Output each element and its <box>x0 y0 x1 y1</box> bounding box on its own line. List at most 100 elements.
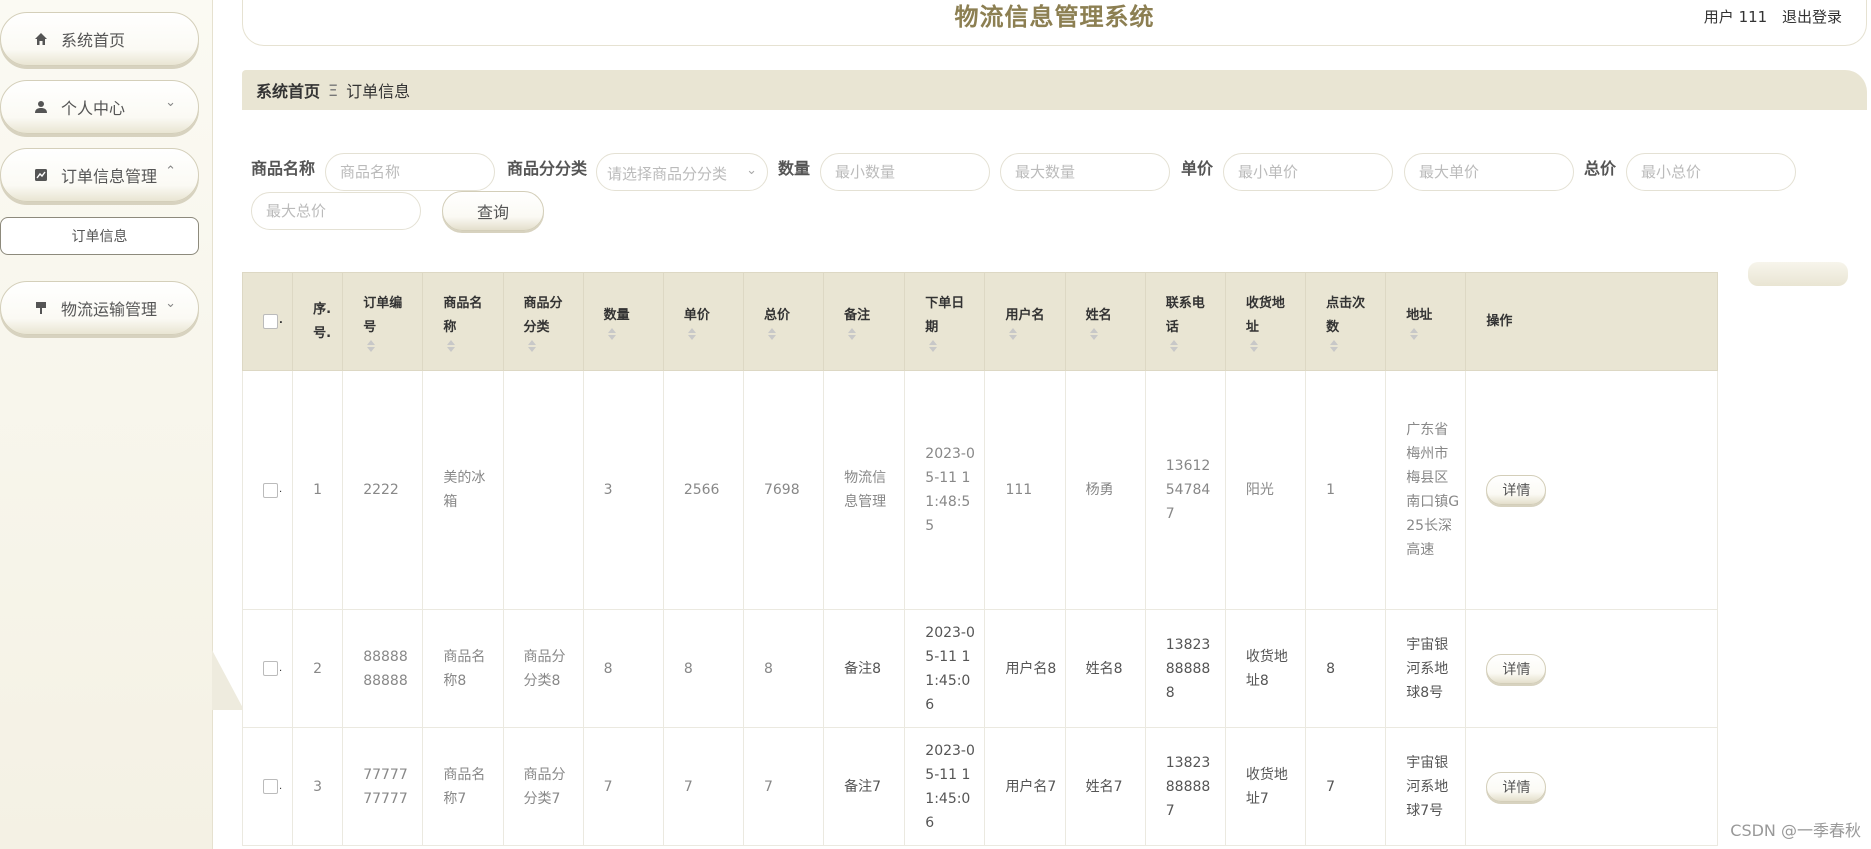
unit-price-min-input[interactable] <box>1223 153 1393 191</box>
logout-link[interactable]: 退出登录 <box>1782 8 1842 26</box>
sidebar-subitem-order-info[interactable]: 订单信息 <box>0 217 199 255</box>
sidebar-item-logistics[interactable]: 物流运输管理 ⌄ <box>0 281 199 335</box>
header-label: 联系电话 <box>1165 295 1205 335</box>
chevron-down-icon: ⌄ <box>165 95 176 110</box>
query-button[interactable]: 查询 <box>442 191 544 231</box>
row-checkbox[interactable] <box>263 482 278 498</box>
col-recv-addr[interactable]: 收货地址 <box>1224 272 1307 371</box>
floating-toolbar[interactable] <box>1748 262 1848 286</box>
chevron-down-icon: ⌄ <box>746 163 757 178</box>
breadcrumb-current: 订单信息 <box>346 82 411 101</box>
cell-category: 商品分分类8 <box>502 609 584 728</box>
cell-name: 杨勇 <box>1064 370 1146 610</box>
col-order-no[interactable]: 订单编号 <box>342 272 424 371</box>
sort-icon[interactable] <box>684 327 696 340</box>
col-phone[interactable]: 联系电话 <box>1144 272 1226 371</box>
header-label: 用户名 <box>1005 307 1045 323</box>
sort-icon[interactable] <box>1166 339 1178 352</box>
col-order-date[interactable]: 下单日期 <box>904 272 986 371</box>
sidebar-item-label: 订单信息管理 <box>61 167 158 186</box>
sidebar-item-personal[interactable]: 个人中心 ⌄ <box>0 80 199 134</box>
qty-min-input[interactable] <box>820 153 990 191</box>
table-row: . 3 7777777777 商品名称7 商品分分类7 7 7 7 备注7 20… <box>242 727 1718 846</box>
cell-recv-addr: 阳光 <box>1224 370 1307 610</box>
table-row: . 2 8888888888 商品名称8 商品分分类8 8 8 8 备注8 20… <box>242 609 1718 728</box>
qty-max-input[interactable] <box>1000 153 1170 191</box>
cell-phone: 13823888888 <box>1144 609 1226 728</box>
select-all-checkbox[interactable] <box>263 313 278 329</box>
col-username[interactable]: 用户名 <box>984 272 1066 371</box>
sort-icon[interactable] <box>524 339 536 352</box>
cell-remark: 备注7 <box>823 727 906 846</box>
qty-label: 数量 <box>778 159 811 178</box>
orders-table-wrapper: . 序.号. 订单编号 商品名称 商品分分类 数量 单价 总价 备注 下单日期 … <box>242 272 1720 849</box>
sort-icon[interactable] <box>1326 339 1339 352</box>
sort-icon[interactable] <box>1246 339 1258 352</box>
header-label: 数量 <box>603 307 630 323</box>
sort-icon[interactable] <box>1406 327 1419 340</box>
detail-button[interactable]: 详情 <box>1486 653 1547 684</box>
category-select[interactable]: 请选择商品分分类 ⌄ <box>596 153 768 191</box>
header-label: 总价 <box>763 307 790 323</box>
col-unit-price[interactable]: 单价 <box>662 272 744 371</box>
row-checkbox-cell: . <box>242 609 294 728</box>
header-label: 订单编号 <box>363 295 403 335</box>
row-checkbox[interactable] <box>263 661 278 676</box>
breadcrumb-home[interactable]: 系统首页 <box>256 78 320 102</box>
col-total[interactable]: 总价 <box>742 272 825 371</box>
top-header: 物流信息管理系统 用户 111 退出登录 <box>242 0 1867 46</box>
cell-address: 广东省梅州市梅县区南口镇G25长深高速 <box>1385 370 1467 610</box>
cell-remark: 备注8 <box>823 609 906 728</box>
sidebar-decoration <box>212 650 244 710</box>
total-max-input[interactable] <box>251 192 421 230</box>
cell-order-no: 8888888888 <box>342 609 424 728</box>
sort-icon[interactable] <box>1005 327 1018 340</box>
sort-icon[interactable] <box>443 339 456 352</box>
app-title: 物流信息管理系统 <box>954 3 1155 31</box>
cell-username: 用户名8 <box>984 609 1066 728</box>
sidebar-item-orders[interactable]: 订单信息管理 ⌃ <box>0 148 199 202</box>
cell-category: 商品分分类7 <box>502 727 584 846</box>
total-min-input[interactable] <box>1626 153 1796 191</box>
header-label: 单价 <box>683 307 710 323</box>
sort-icon[interactable] <box>1086 327 1098 340</box>
cell-clicks: 8 <box>1305 609 1387 728</box>
table-row: . 1 2222 美的冰箱 3 2566 7698 物流信息管理 2023-05… <box>242 370 1718 610</box>
sort-icon[interactable] <box>363 339 376 352</box>
cell-order-date: 2023-05-11 11:45:06 <box>904 609 986 728</box>
col-qty[interactable]: 数量 <box>582 272 664 371</box>
sidebar-item-label: 系统首页 <box>61 31 126 50</box>
cell-goods-name: 商品名称7 <box>422 727 504 846</box>
user-area: 用户 111 退出登录 <box>1694 6 1842 27</box>
col-remark[interactable]: 备注 <box>823 272 906 371</box>
goods-name-label: 商品名称 <box>251 159 316 178</box>
col-name[interactable]: 姓名 <box>1064 272 1146 371</box>
cell-goods-name: 美的冰箱 <box>422 370 504 610</box>
sort-icon[interactable] <box>764 327 776 340</box>
detail-button[interactable]: 详情 <box>1486 771 1547 802</box>
sort-icon[interactable] <box>604 327 616 340</box>
user-icon <box>33 99 49 115</box>
username-label: 用户 111 <box>1703 8 1768 26</box>
sort-icon[interactable] <box>844 327 857 340</box>
cell-unit-price: 8 <box>662 609 744 728</box>
col-goods-name[interactable]: 商品名称 <box>422 272 504 371</box>
sidebar-item-home[interactable]: 系统首页 <box>0 12 199 66</box>
sidebar-item-label: 物流运输管理 <box>61 300 158 319</box>
sort-icon[interactable] <box>925 339 938 352</box>
row-checkbox[interactable] <box>263 779 278 794</box>
col-category[interactable]: 商品分分类 <box>502 272 584 371</box>
row-checkbox-cell: . <box>242 370 294 610</box>
unit-price-max-input[interactable] <box>1404 153 1574 191</box>
goods-name-input[interactable] <box>325 153 495 191</box>
cell-total: 8 <box>742 609 825 728</box>
col-address[interactable]: 地址 <box>1385 272 1467 371</box>
home-icon <box>33 31 49 47</box>
detail-button[interactable]: 详情 <box>1486 475 1547 505</box>
cell-goods-name: 商品名称8 <box>422 609 504 728</box>
col-clicks[interactable]: 点击次数 <box>1305 272 1387 371</box>
cell-category <box>502 370 584 610</box>
sign-icon <box>33 300 49 316</box>
cell-clicks: 7 <box>1305 727 1387 846</box>
col-seq: 序.号. <box>292 272 344 371</box>
